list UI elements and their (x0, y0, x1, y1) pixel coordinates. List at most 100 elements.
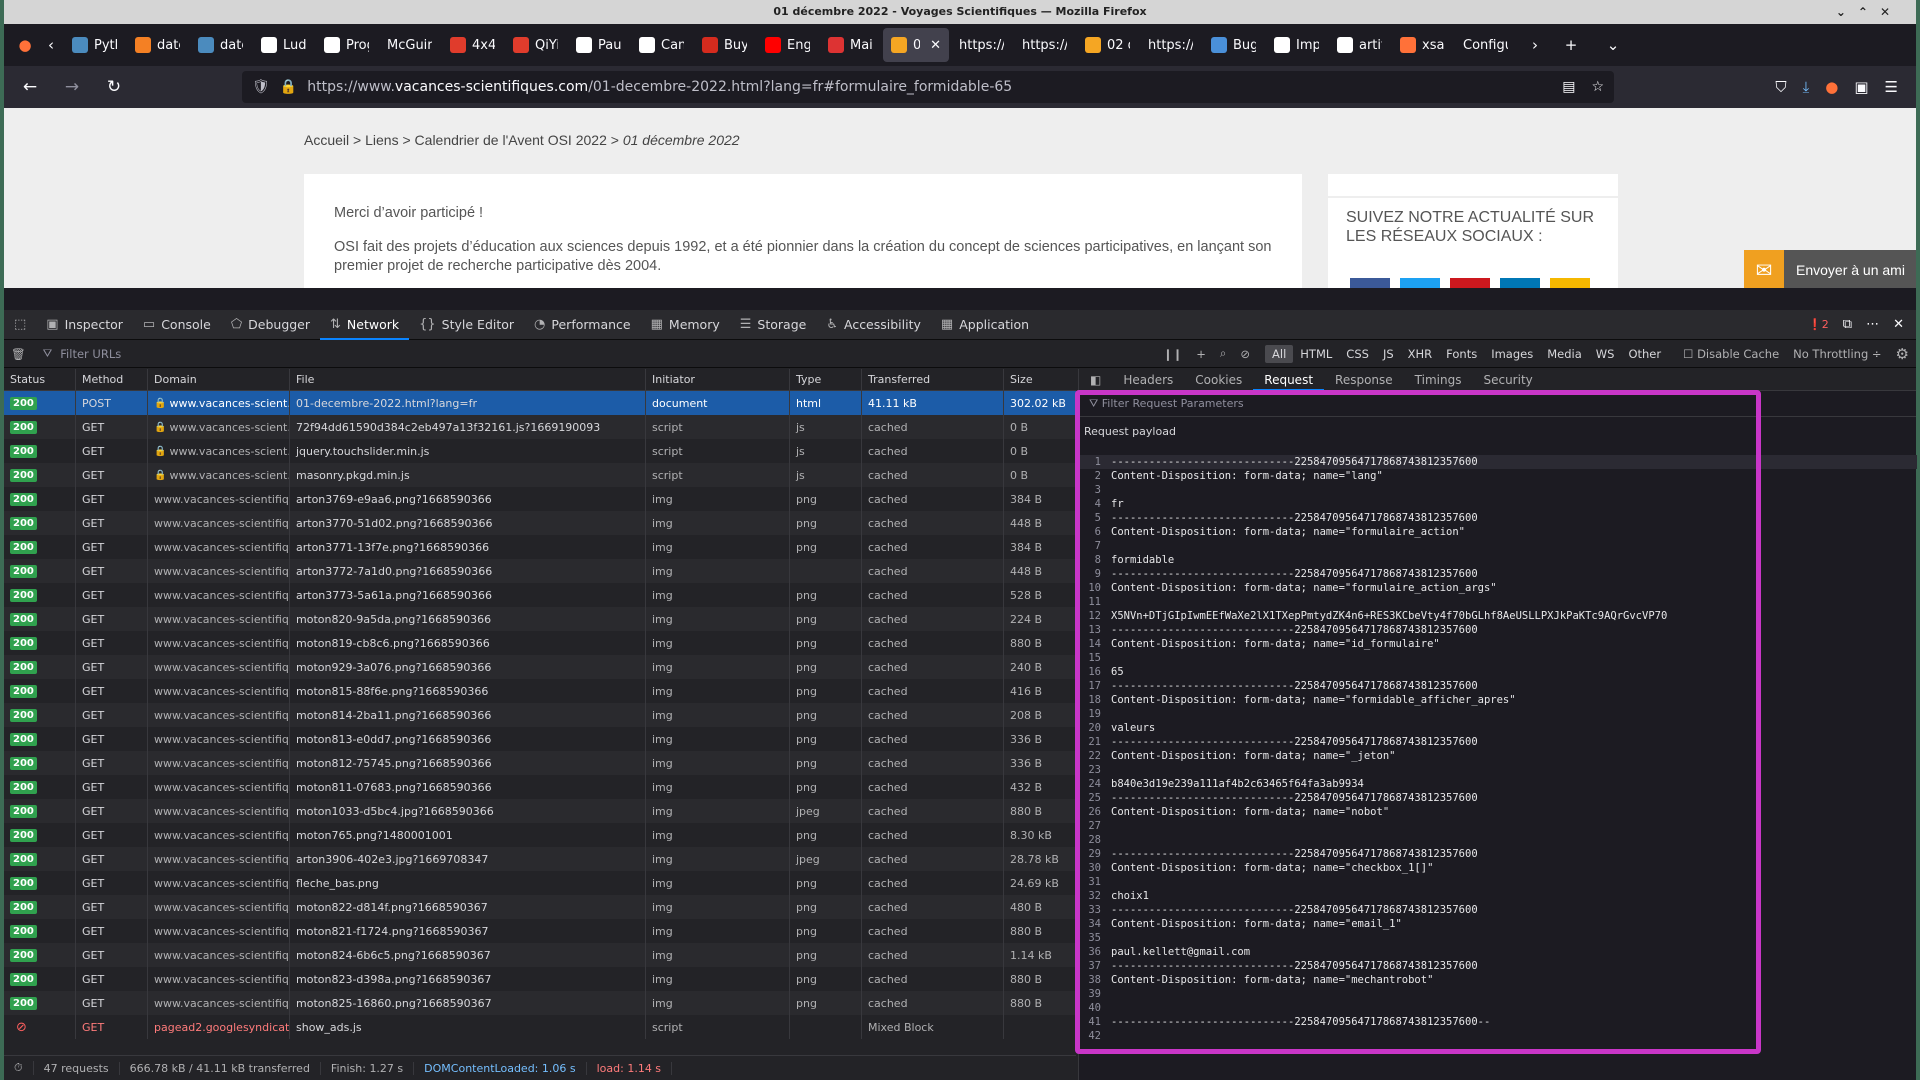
filter-request-parameters-input[interactable]: ⛛ Filter Request Parameters (1079, 391, 1916, 417)
browser-tab[interactable]: https://w (1140, 28, 1201, 62)
browser-tab[interactable]: Cant (631, 28, 692, 62)
close-tab-icon[interactable]: ✕ (930, 38, 941, 53)
element-picker-icon[interactable]: ⬚ (4, 310, 36, 340)
browser-tab[interactable]: 02 de (1077, 28, 1138, 62)
table-row[interactable]: 200 GET www.vacances-scientifiq… moton929-3… (4, 655, 1076, 679)
table-row[interactable]: 200 GET www.vacances-scientifiq… moton825-1… (4, 991, 1076, 1015)
clear-icon[interactable]: 🗑 (4, 347, 33, 361)
table-row[interactable]: 200 GET 🔒 www.vacances-scient… 72f94dd61590d… (4, 415, 1076, 439)
shield-icon[interactable]: 🛡 (252, 79, 270, 95)
tab-security[interactable]: Security (1472, 369, 1543, 391)
table-row[interactable]: 200 GET 🔒 www.vacances-scient… masonry.pkgd.… (4, 463, 1076, 487)
column-initiator[interactable]: Initiator (646, 369, 790, 390)
extension-icon[interactable]: ● (1825, 78, 1838, 96)
table-row[interactable]: 200 GET www.vacances-scientifiq… moton813-e… (4, 727, 1076, 751)
reader-extension-icon[interactable]: ▣ (1854, 78, 1868, 96)
lock-icon[interactable]: 🔒 (280, 79, 297, 95)
tab-storage[interactable]: ☰ Storage (730, 310, 817, 340)
browser-tab[interactable]: Mail (820, 28, 881, 62)
search-icon[interactable]: ⌕ (1213, 346, 1233, 361)
type-filter-other[interactable]: Other (1621, 345, 1668, 363)
window-controls[interactable]: ⌄⌃✕ (1836, 0, 1902, 24)
tab-network[interactable]: ⇅ Network (320, 310, 409, 340)
firefox-view-icon[interactable]: ● (12, 36, 38, 54)
menu-icon[interactable]: ☰ (1885, 78, 1898, 96)
filter-urls-input[interactable]: ⛛ Filter URLs (33, 346, 1156, 361)
browser-tab[interactable]: McGuire (379, 28, 440, 62)
twitter-icon[interactable]: t (1400, 278, 1440, 288)
tab-application[interactable]: ▦ Application (931, 310, 1039, 340)
tab-console[interactable]: ▭ Console (133, 310, 221, 340)
tab-headers[interactable]: Headers (1112, 369, 1184, 391)
browser-tab[interactable]: datet (190, 28, 251, 62)
browser-tab[interactable]: artifa (1329, 28, 1390, 62)
list-all-tabs-icon[interactable]: ⌄ (1600, 36, 1626, 54)
pocket-icon[interactable]: ⛉ (1775, 78, 1786, 96)
table-row[interactable]: 200 GET www.vacances-scientifiq… fleche_bas… (4, 871, 1076, 895)
tab-timings[interactable]: Timings (1404, 369, 1473, 391)
reload-icon[interactable]: ↻ (96, 71, 132, 103)
browser-tab[interactable]: Bug (1203, 28, 1264, 62)
table-row[interactable]: 200 GET 🔒 www.vacances-scient… jquery.touchs… (4, 439, 1076, 463)
type-filter-images[interactable]: Images (1484, 345, 1540, 363)
column-type[interactable]: Type (790, 369, 862, 390)
table-row[interactable]: 200 GET www.vacances-scientifiq… arton3769-… (4, 487, 1076, 511)
scroll-tabs-left-icon[interactable]: ‹ (38, 36, 64, 54)
table-row[interactable]: 200 POST 🔒 www.vacances-scient… 01-decembre-… (4, 391, 1076, 415)
linkedin-icon[interactable]: in (1500, 278, 1540, 288)
youtube-icon[interactable]: You (1450, 278, 1490, 288)
table-row[interactable]: 200 GET www.vacances-scientifiq… moton823-d… (4, 967, 1076, 991)
table-row[interactable]: 200 GET www.vacances-scientifiq… arton3773-… (4, 583, 1076, 607)
send-to-friend-button[interactable]: ✉ Envoyer à un ami (1744, 250, 1916, 288)
browser-tab[interactable]: date (127, 28, 188, 62)
tab-cookies[interactable]: Cookies (1184, 369, 1253, 391)
url-bar[interactable]: 🛡 🔒 https://www.vacances-scientifiques.c… (242, 71, 1614, 103)
error-count-badge[interactable]: ❗2 (1808, 318, 1829, 331)
browser-tab[interactable]: Configur (1455, 28, 1516, 62)
type-filter-js[interactable]: JS (1376, 345, 1401, 363)
tab-request[interactable]: Request (1253, 369, 1324, 391)
browser-tab[interactable]: Impo (1266, 28, 1327, 62)
dock-icon[interactable]: ⧉ (1843, 317, 1852, 332)
settings-icon[interactable]: ⚙ (1889, 345, 1916, 363)
close-devtools-icon[interactable]: ✕ (1893, 317, 1904, 332)
browser-tab[interactable]: Pytho (64, 28, 125, 62)
table-row[interactable]: 200 GET www.vacances-scientifiq… arton3770-… (4, 511, 1076, 535)
type-filter-ws[interactable]: WS (1589, 345, 1622, 363)
type-filter-css[interactable]: CSS (1339, 345, 1376, 363)
table-row[interactable]: 200 GET www.vacances-scientifiq… moton815-8… (4, 679, 1076, 703)
table-row[interactable]: 200 GET www.vacances-scientifiq… arton3771-… (4, 535, 1076, 559)
tab-inspector[interactable]: ▣ Inspector (36, 310, 133, 340)
browser-tab[interactable]: Progr (316, 28, 377, 62)
table-row[interactable]: 200 GET www.vacances-scientifiq… moton820-9… (4, 607, 1076, 631)
throttling-select[interactable]: No Throttling ÷ (1786, 347, 1888, 361)
column-domain[interactable]: Domain (148, 369, 290, 390)
type-filter-media[interactable]: Media (1540, 345, 1589, 363)
url-text[interactable]: https://www.vacances-scientifiques.com/0… (307, 79, 1012, 95)
browser-tab[interactable]: https://w (951, 28, 1012, 62)
downloads-icon[interactable]: ⤓ (1803, 78, 1810, 96)
pause-icon[interactable]: ❙❙ (1156, 347, 1189, 361)
table-row[interactable]: 200 GET www.vacances-scientifiq… arton3906-… (4, 847, 1076, 871)
browser-tab[interactable]: Pauli (568, 28, 629, 62)
table-row[interactable]: 200 GET www.vacances-scientifiq… arton3772-… (4, 559, 1076, 583)
disable-cache-checkbox[interactable]: ☐ Disable Cache (1676, 347, 1786, 361)
browser-tab[interactable]: 4x4 n (442, 28, 503, 62)
type-filter-fonts[interactable]: Fonts (1439, 345, 1484, 363)
reader-view-icon[interactable]: ▤ (1562, 79, 1575, 95)
scroll-tabs-right-icon[interactable]: › (1522, 36, 1548, 54)
browser-tab[interactable]: https://w (1014, 28, 1075, 62)
new-tab-icon[interactable]: + (1558, 36, 1584, 54)
tab-style-editor[interactable]: {} Style Editor (409, 310, 524, 340)
tab-debugger[interactable]: ⬠ Debugger (221, 310, 320, 340)
more-options-icon[interactable]: ⋯ (1866, 317, 1879, 332)
toggle-sidebar-icon[interactable]: ◧ (1079, 369, 1112, 391)
column-status[interactable]: Status (4, 369, 76, 390)
breadcrumb-home[interactable]: Accueil (304, 132, 349, 148)
tab-memory[interactable]: ▦ Memory (641, 310, 730, 340)
browser-tab[interactable]: QiYi (505, 28, 566, 62)
table-row[interactable]: 200 GET www.vacances-scientifiq… moton812-7… (4, 751, 1076, 775)
table-row[interactable]: 200 GET www.vacances-scientifiq… moton819-c… (4, 631, 1076, 655)
share-icon[interactable]: ➦ (1550, 278, 1590, 288)
table-row[interactable]: 200 GET www.vacances-scientifiq… moton765.p… (4, 823, 1076, 847)
